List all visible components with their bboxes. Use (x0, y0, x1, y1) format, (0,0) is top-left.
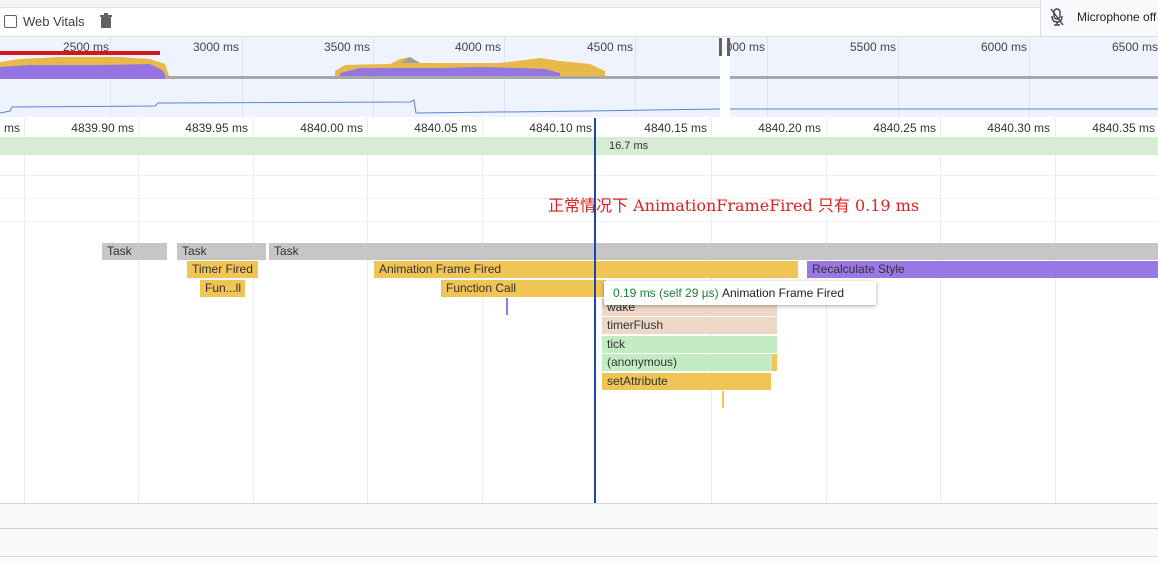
selection-handle-right[interactable] (727, 38, 730, 56)
track-separator (0, 175, 1158, 176)
ruler-tick: ms (4, 121, 20, 135)
ruler-tick: 4840.35 ms (1092, 121, 1155, 135)
ruler-tick: 4840.20 ms (758, 121, 821, 135)
timer-fired-bar[interactable]: Timer Fired (187, 261, 258, 278)
ruler-tick: 4840.30 ms (987, 121, 1050, 135)
microphone-off-icon (1050, 8, 1064, 26)
frames-track[interactable] (0, 137, 1158, 155)
time-cursor (594, 118, 596, 503)
ruler-tick: 4839.90 ms (71, 121, 134, 135)
track-separator (0, 221, 1158, 222)
red-marker (0, 51, 160, 55)
tick-bar[interactable]: tick (602, 336, 777, 353)
anonymous-bar[interactable]: (anonymous) (602, 354, 772, 371)
microphone-label: Microphone off (1077, 10, 1157, 24)
annotation-text: 正常情况下 AnimationFrameFired 只有 0.19 ms (548, 196, 920, 215)
ruler-tick: 4840.10 ms (529, 121, 592, 135)
task-bar[interactable]: Task (102, 243, 167, 260)
event-tooltip: 0.19 ms (self 29 µs) Animation Frame Fir… (604, 281, 876, 305)
ruler-tick: 4840.15 ms (644, 121, 707, 135)
recalculate-style-bar[interactable]: Recalculate Style (807, 261, 1158, 278)
set-attribute-bar[interactable]: setAttribute (602, 373, 771, 390)
ruler-tick: 4840.00 ms (300, 121, 363, 135)
web-vitals-checkbox[interactable] (4, 15, 17, 28)
web-vitals-label[interactable]: Web Vitals (23, 14, 85, 29)
bottom-panel (0, 503, 1158, 563)
bottom-divider (0, 528, 1158, 529)
small-event-mark (506, 298, 508, 315)
small-call-mark (772, 354, 777, 371)
cpu-activity-chart (0, 57, 1158, 114)
ruler-tick: 4840.05 ms (414, 121, 477, 135)
bottom-divider (0, 556, 1158, 557)
trash-icon[interactable] (99, 13, 113, 29)
small-call-mark (722, 391, 724, 408)
selection-handle-left[interactable] (719, 38, 722, 56)
task-bar[interactable]: Task (177, 243, 266, 260)
tooltip-event-name: Animation Frame Fired (721, 286, 845, 300)
ruler-tick: 4839.95 ms (185, 121, 248, 135)
animation-frame-fired-bar[interactable]: Animation Frame Fired (374, 261, 798, 278)
timer-flush-bar[interactable]: timerFlush (602, 317, 777, 334)
top-strip (0, 0, 1040, 8)
ruler-tick: 4840.25 ms (873, 121, 936, 135)
function-call-bar[interactable]: Fun...ll (200, 280, 245, 297)
time-ruler: ms 4839.90 ms 4839.95 ms 4840.00 ms 4840… (0, 118, 1158, 138)
tooltip-duration: 0.19 ms (self 29 µs) (613, 286, 719, 300)
frame-duration: 16.7 ms (609, 140, 649, 152)
task-bar[interactable]: Task (269, 243, 1158, 260)
function-call-bar[interactable]: Function Call (441, 280, 606, 297)
timeline-overview[interactable]: 2500 ms 3000 ms 3500 ms 4000 ms 4500 ms … (0, 37, 1158, 117)
